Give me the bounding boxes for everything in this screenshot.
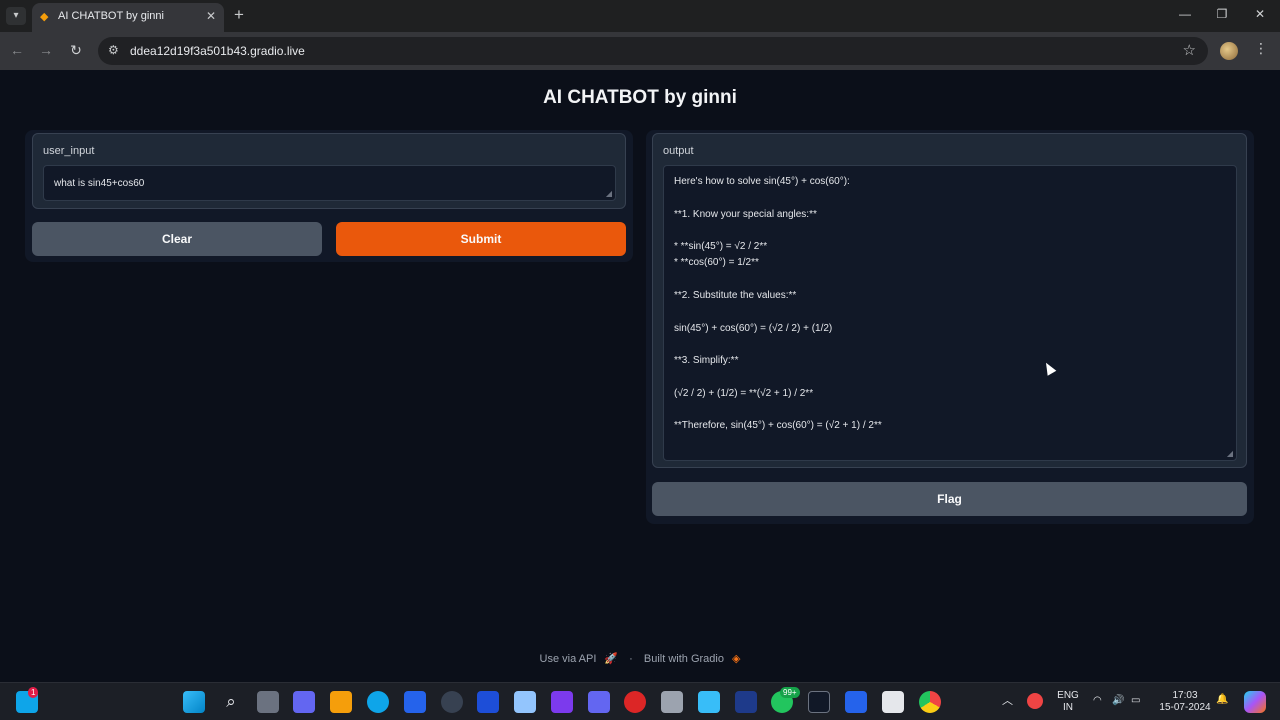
output-block: output Here's how to solve sin(45°) + co… [652, 133, 1247, 468]
footer: Use via API 🚀 · Built with Gradio ◈ [0, 652, 1280, 665]
browser-tab-bar: ▾ ◆ AI CHATBOT by ginni ✕ + — ❐ ✕ [0, 0, 1280, 32]
gradio-logo-icon: ◈ [731, 653, 741, 665]
terminal-icon[interactable] [808, 691, 830, 713]
resize-handle-icon[interactable]: ◢ [1227, 449, 1233, 458]
forward-arrow-icon[interactable]: → [37, 42, 55, 58]
notification-bell-icon[interactable]: 🔔 [1216, 694, 1228, 706]
windows-taskbar: 1 ⌕ 99+ ︿ ENG IN ◠ 🔊 ▭ 17:03 15-07-2024 … [0, 682, 1280, 720]
word-icon[interactable] [477, 691, 499, 713]
site-settings-icon[interactable]: ⚙ [108, 43, 119, 57]
maximize-icon[interactable]: ❐ [1212, 7, 1232, 21]
built-with-gradio-link[interactable]: Built with Gradio [644, 653, 724, 665]
file-explorer-icon[interactable] [330, 691, 352, 713]
profile-avatar[interactable] [1220, 42, 1238, 60]
input-label: user_input [43, 145, 95, 157]
output-textbox[interactable]: Here's how to solve sin(45°) + cos(60°):… [663, 165, 1237, 461]
clock-date: 15-07-2024 [1159, 702, 1211, 713]
teams-chat-icon[interactable] [293, 691, 315, 713]
gradio-favicon-icon: ◆ [40, 11, 49, 23]
whatsapp-badge: 99+ [780, 687, 800, 698]
language-indicator[interactable]: ENG IN [1055, 690, 1081, 714]
minimize-icon[interactable]: — [1175, 7, 1195, 21]
media-player-icon[interactable] [551, 691, 573, 713]
microsoft-store-icon[interactable] [404, 691, 426, 713]
language-line1: ENG [1057, 690, 1079, 701]
teams-icon[interactable] [588, 691, 610, 713]
clock-time: 17:03 [1172, 690, 1198, 701]
battery-icon[interactable]: ▭ [1131, 695, 1140, 707]
output-column: output Here's how to solve sin(45°) + co… [646, 130, 1254, 524]
use-via-api-link[interactable]: Use via API [540, 653, 597, 665]
app-icon[interactable] [661, 691, 683, 713]
notepad-icon[interactable] [698, 691, 720, 713]
start-windows-icon[interactable] [183, 691, 205, 713]
photos-icon[interactable] [514, 691, 536, 713]
language-line2: IN [1063, 702, 1073, 713]
user-input-field[interactable]: what is sin45+cos60 ◢ [43, 165, 616, 201]
submit-button[interactable]: Submit [336, 222, 626, 256]
bookmark-star-icon[interactable]: ☆ [1183, 41, 1196, 59]
snipping-tool-icon[interactable] [882, 691, 904, 713]
page-title: AI CHATBOT by ginni [543, 87, 737, 108]
window-close-icon[interactable]: ✕ [1250, 7, 1270, 21]
input-column: user_input what is sin45+cos60 ◢ Clear S… [25, 130, 633, 262]
rocket-icon: 🚀 [604, 653, 619, 665]
dell-icon[interactable] [441, 691, 463, 713]
output-value: Here's how to solve sin(45°) + cos(60°):… [674, 176, 882, 432]
task-view-icon[interactable] [257, 691, 279, 713]
output-label: output [663, 145, 694, 157]
clock[interactable]: 17:03 15-07-2024 [1156, 690, 1214, 714]
copilot-icon[interactable] [1244, 691, 1266, 713]
browser-menu-icon[interactable]: ⋮ [1254, 40, 1268, 57]
powerpoint-icon[interactable] [624, 691, 646, 713]
search-icon[interactable]: ⌕ [220, 691, 242, 713]
clear-button[interactable]: Clear [32, 222, 322, 256]
new-tab-icon[interactable]: + [234, 5, 244, 25]
tray-chevron-icon[interactable]: ︿ [1002, 695, 1013, 707]
resize-handle-icon[interactable]: ◢ [606, 189, 612, 198]
footer-separator: · [629, 653, 633, 665]
tab-close-icon[interactable]: ✕ [206, 9, 216, 23]
volume-icon[interactable]: 🔊 [1112, 695, 1124, 707]
browser-tab-active[interactable]: ◆ AI CHATBOT by ginni ✕ [32, 3, 224, 32]
back-arrow-icon[interactable]: ← [8, 42, 26, 58]
meet-mute-icon[interactable] [1027, 693, 1043, 709]
browser-toolbar: ← → ↻ ⚙ ddea12d19f3a501b43.gradio.live ☆… [0, 32, 1280, 70]
tab-search-chevron-icon[interactable]: ▾ [6, 7, 26, 25]
network-app-icon[interactable] [735, 691, 757, 713]
flag-button[interactable]: Flag [652, 482, 1247, 516]
edge-browser-icon[interactable] [367, 691, 389, 713]
wifi-icon[interactable]: ◠ [1093, 695, 1102, 707]
vscode-icon[interactable] [845, 691, 867, 713]
reload-icon[interactable]: ↻ [67, 42, 85, 59]
chrome-icon[interactable] [919, 691, 941, 713]
user-input-value: what is sin45+cos60 [54, 178, 145, 189]
address-bar[interactable]: ⚙ ddea12d19f3a501b43.gradio.live ☆ [98, 37, 1208, 65]
address-url: ddea12d19f3a501b43.gradio.live [130, 44, 305, 58]
input-block: user_input what is sin45+cos60 ◢ [32, 133, 626, 209]
tab-title: AI CHATBOT by ginni [58, 10, 164, 22]
gradio-app: AI CHATBOT by ginni user_input what is s… [0, 70, 1280, 682]
